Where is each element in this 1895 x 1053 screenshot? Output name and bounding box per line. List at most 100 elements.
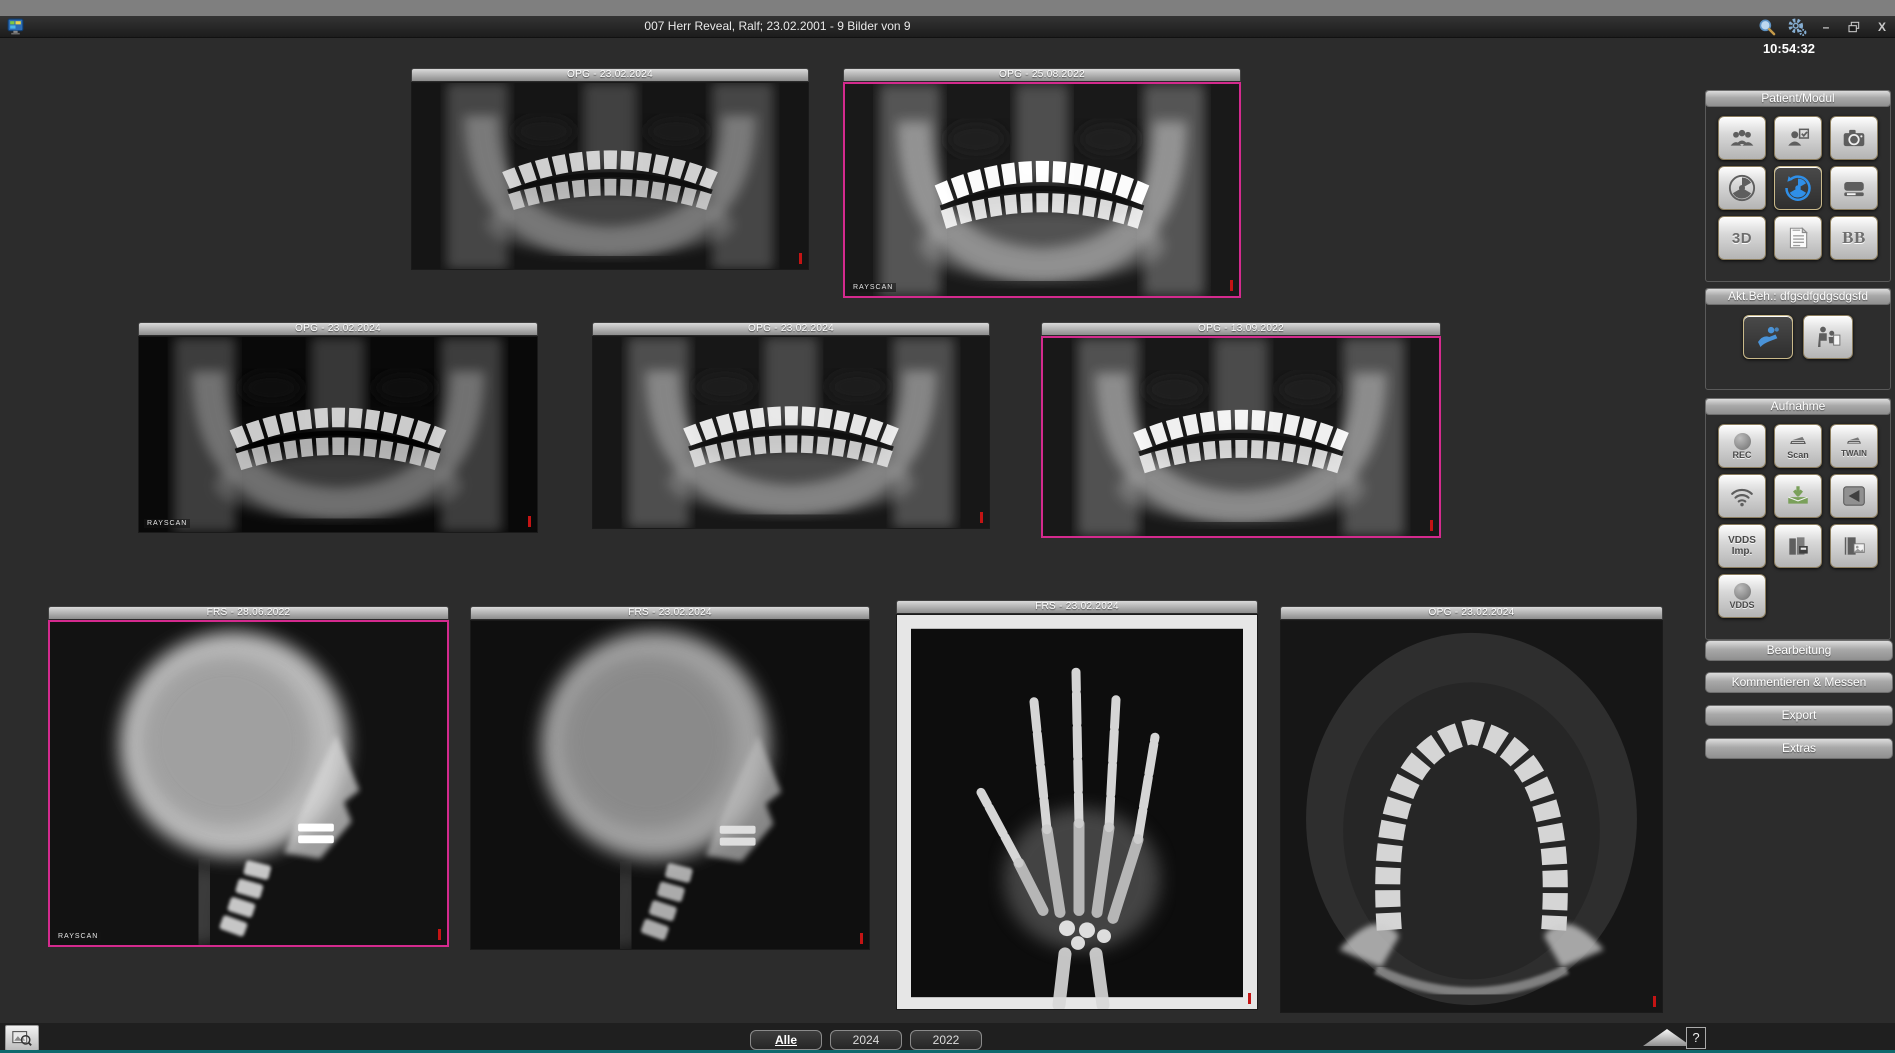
patient-modul-panel: Patient/Modul 3D BB — [1705, 90, 1891, 282]
rayscan-watermark: RAYSCAN — [55, 932, 102, 941]
photo-module-button[interactable] — [1830, 116, 1878, 160]
radiation-icon — [1728, 174, 1756, 202]
vdds-button[interactable]: VDDS — [1718, 574, 1766, 618]
restore-icon — [1846, 19, 1862, 35]
frs-xray-image — [471, 621, 869, 949]
import-button[interactable] — [1774, 474, 1822, 518]
thumbnail-label: OPG - 23.02.2024 — [748, 323, 834, 334]
frs-xray-image — [50, 622, 447, 945]
dental-chair-icon — [1752, 322, 1784, 352]
viewer-button[interactable] — [5, 1025, 39, 1051]
rayscan-watermark: RAYSCAN — [144, 519, 191, 528]
image-back-button[interactable] — [1830, 474, 1878, 518]
capture-header: Aufnahme — [1705, 398, 1891, 415]
opg-xray-image — [412, 83, 808, 269]
thumbnail-label: OPG - 25.08.2022 — [999, 69, 1085, 80]
wireless-button[interactable] — [1718, 474, 1766, 518]
previous-image-icon — [1840, 483, 1868, 509]
rec-circle-icon — [1733, 432, 1751, 450]
export-button[interactable]: Export — [1705, 705, 1893, 726]
treatment-active-button[interactable] — [1743, 315, 1793, 359]
status-mark — [980, 512, 983, 523]
rec-button[interactable]: REC — [1718, 424, 1766, 468]
status-mark — [438, 929, 441, 940]
comment-measure-button[interactable]: Kommentieren & Messen — [1705, 672, 1893, 693]
bb-label: BB — [1842, 228, 1866, 247]
scan-button[interactable]: Scan — [1774, 424, 1822, 468]
thumbnail-label: OPG - 23.02.2024 — [567, 69, 653, 80]
patients-button[interactable] — [1718, 116, 1766, 160]
report-button[interactable] — [1774, 216, 1822, 260]
status-mark — [860, 933, 863, 944]
status-mark — [799, 253, 802, 264]
consultation-icon — [1812, 322, 1844, 352]
thumbnail-label: OPG - 13.09.2022 — [1198, 323, 1284, 334]
thumbnail-title: OPG - 23.02.2024 — [592, 322, 990, 336]
close-button[interactable]: X — [1871, 18, 1893, 36]
catalog-button[interactable] — [1830, 524, 1878, 568]
wifi-icon — [1728, 483, 1756, 509]
opg-xray-image — [1043, 338, 1439, 536]
window-title: 007 Herr Reveal, Ralf; 23.02.2001 - 9 Bi… — [644, 19, 911, 33]
radiation-sync-icon — [1783, 173, 1813, 203]
extras-button[interactable]: Extras — [1705, 738, 1893, 759]
rec-label: REC — [1732, 449, 1752, 460]
treatment-panel: Akt.Beh.: dfgsdfgdgsdgsfd — [1705, 288, 1891, 390]
thumbnail-title: FRS - 23.02.2024 — [896, 600, 1258, 614]
thumbnail-label: FRS - 23.02.2024 — [1035, 601, 1119, 612]
restore-button[interactable] — [1843, 18, 1865, 36]
3d-label: 3D — [1731, 229, 1753, 247]
users-icon — [1727, 125, 1757, 151]
archive-button[interactable] — [1774, 524, 1822, 568]
user-check-icon — [1784, 125, 1812, 151]
minimize-button[interactable]: – — [1815, 18, 1837, 36]
xray-module-active-button[interactable] — [1774, 166, 1822, 210]
treatment-header: Akt.Beh.: dfgsdfgdgsdgsfd — [1705, 288, 1891, 305]
status-mark — [1230, 280, 1233, 291]
footer-bar: Alle 2024 2022 ? — [0, 1023, 1895, 1053]
edit-button[interactable]: Bearbeitung — [1705, 640, 1893, 661]
tab-2024[interactable]: 2024 — [830, 1030, 902, 1050]
vdds-import-button[interactable]: VDDS Imp. — [1718, 524, 1766, 568]
thumbnail-tile[interactable]: FRS - 23.02.2024 — [896, 600, 1258, 1010]
help-button[interactable]: ? — [1686, 1027, 1706, 1049]
scan-label: Scan — [1787, 450, 1809, 460]
thumbnail-tile[interactable]: OPG - 23.02.2024 — [1280, 606, 1663, 1013]
thumbnail-tile[interactable]: OPG - 23.02.2024 RAYSCAN — [138, 322, 538, 533]
search-icon[interactable] — [1755, 18, 1779, 36]
thumbnail-tile[interactable]: OPG - 23.02.2024 — [411, 68, 809, 270]
status-mark — [528, 516, 531, 527]
3d-module-button[interactable]: 3D — [1718, 216, 1766, 260]
storage-button[interactable] — [1830, 166, 1878, 210]
tab-alle[interactable]: Alle — [750, 1030, 822, 1050]
twain-label: TWAIN — [1841, 449, 1867, 458]
thumbnail-tile[interactable]: OPG - 13.09.2022 — [1041, 322, 1441, 538]
vdds-label: VDDS — [1729, 599, 1755, 610]
thumbnail-tile[interactable]: FRS - 28.06.2022 RAYSCAN — [48, 606, 449, 947]
thumbnail-title: OPG - 23.02.2024 — [138, 322, 538, 336]
gear-icon[interactable] — [1785, 18, 1809, 36]
bb-module-button[interactable]: BB — [1830, 216, 1878, 260]
thumbnail-title: FRS - 28.06.2022 — [48, 606, 449, 620]
titlebar: 007 Herr Reveal, Ralf; 23.02.2001 - 9 Bi… — [0, 16, 1895, 38]
xray-module-button[interactable] — [1718, 166, 1766, 210]
document-icon — [1785, 224, 1811, 252]
patient-modul-header: Patient/Modul — [1705, 90, 1891, 107]
patient-select-button[interactable] — [1774, 116, 1822, 160]
application-window: 007 Herr Reveal, Ralf; 23.02.2001 - 9 Bi… — [0, 0, 1895, 1053]
thumbnail-title: OPG - 13.09.2022 — [1041, 322, 1441, 336]
twain-button[interactable]: TWAIN — [1830, 424, 1878, 468]
thumbnail-tile[interactable]: OPG - 23.02.2024 — [592, 322, 990, 529]
thumbnail-title: OPG - 23.02.2024 — [1280, 606, 1663, 620]
capture-panel: Aufnahme REC Scan TWAIN VDDS Imp. VDDS — [1705, 398, 1891, 640]
opg-xray-image — [593, 337, 989, 528]
collapse-up-icon[interactable] — [1643, 1029, 1691, 1046]
thumbnail-tile[interactable]: OPG - 25.08.2022 RAYSCAN — [843, 68, 1241, 298]
treatment-info-button[interactable] — [1803, 315, 1853, 359]
status-mark — [1248, 993, 1251, 1004]
thumbnail-tile[interactable]: FRS - 23.02.2024 — [470, 606, 870, 950]
thumbnail-label: FRS - 23.02.2024 — [628, 607, 712, 618]
opg-xray-image — [139, 337, 537, 532]
tab-2022[interactable]: 2022 — [910, 1030, 982, 1050]
vdds-imp-label: VDDS Imp. — [1728, 535, 1756, 557]
